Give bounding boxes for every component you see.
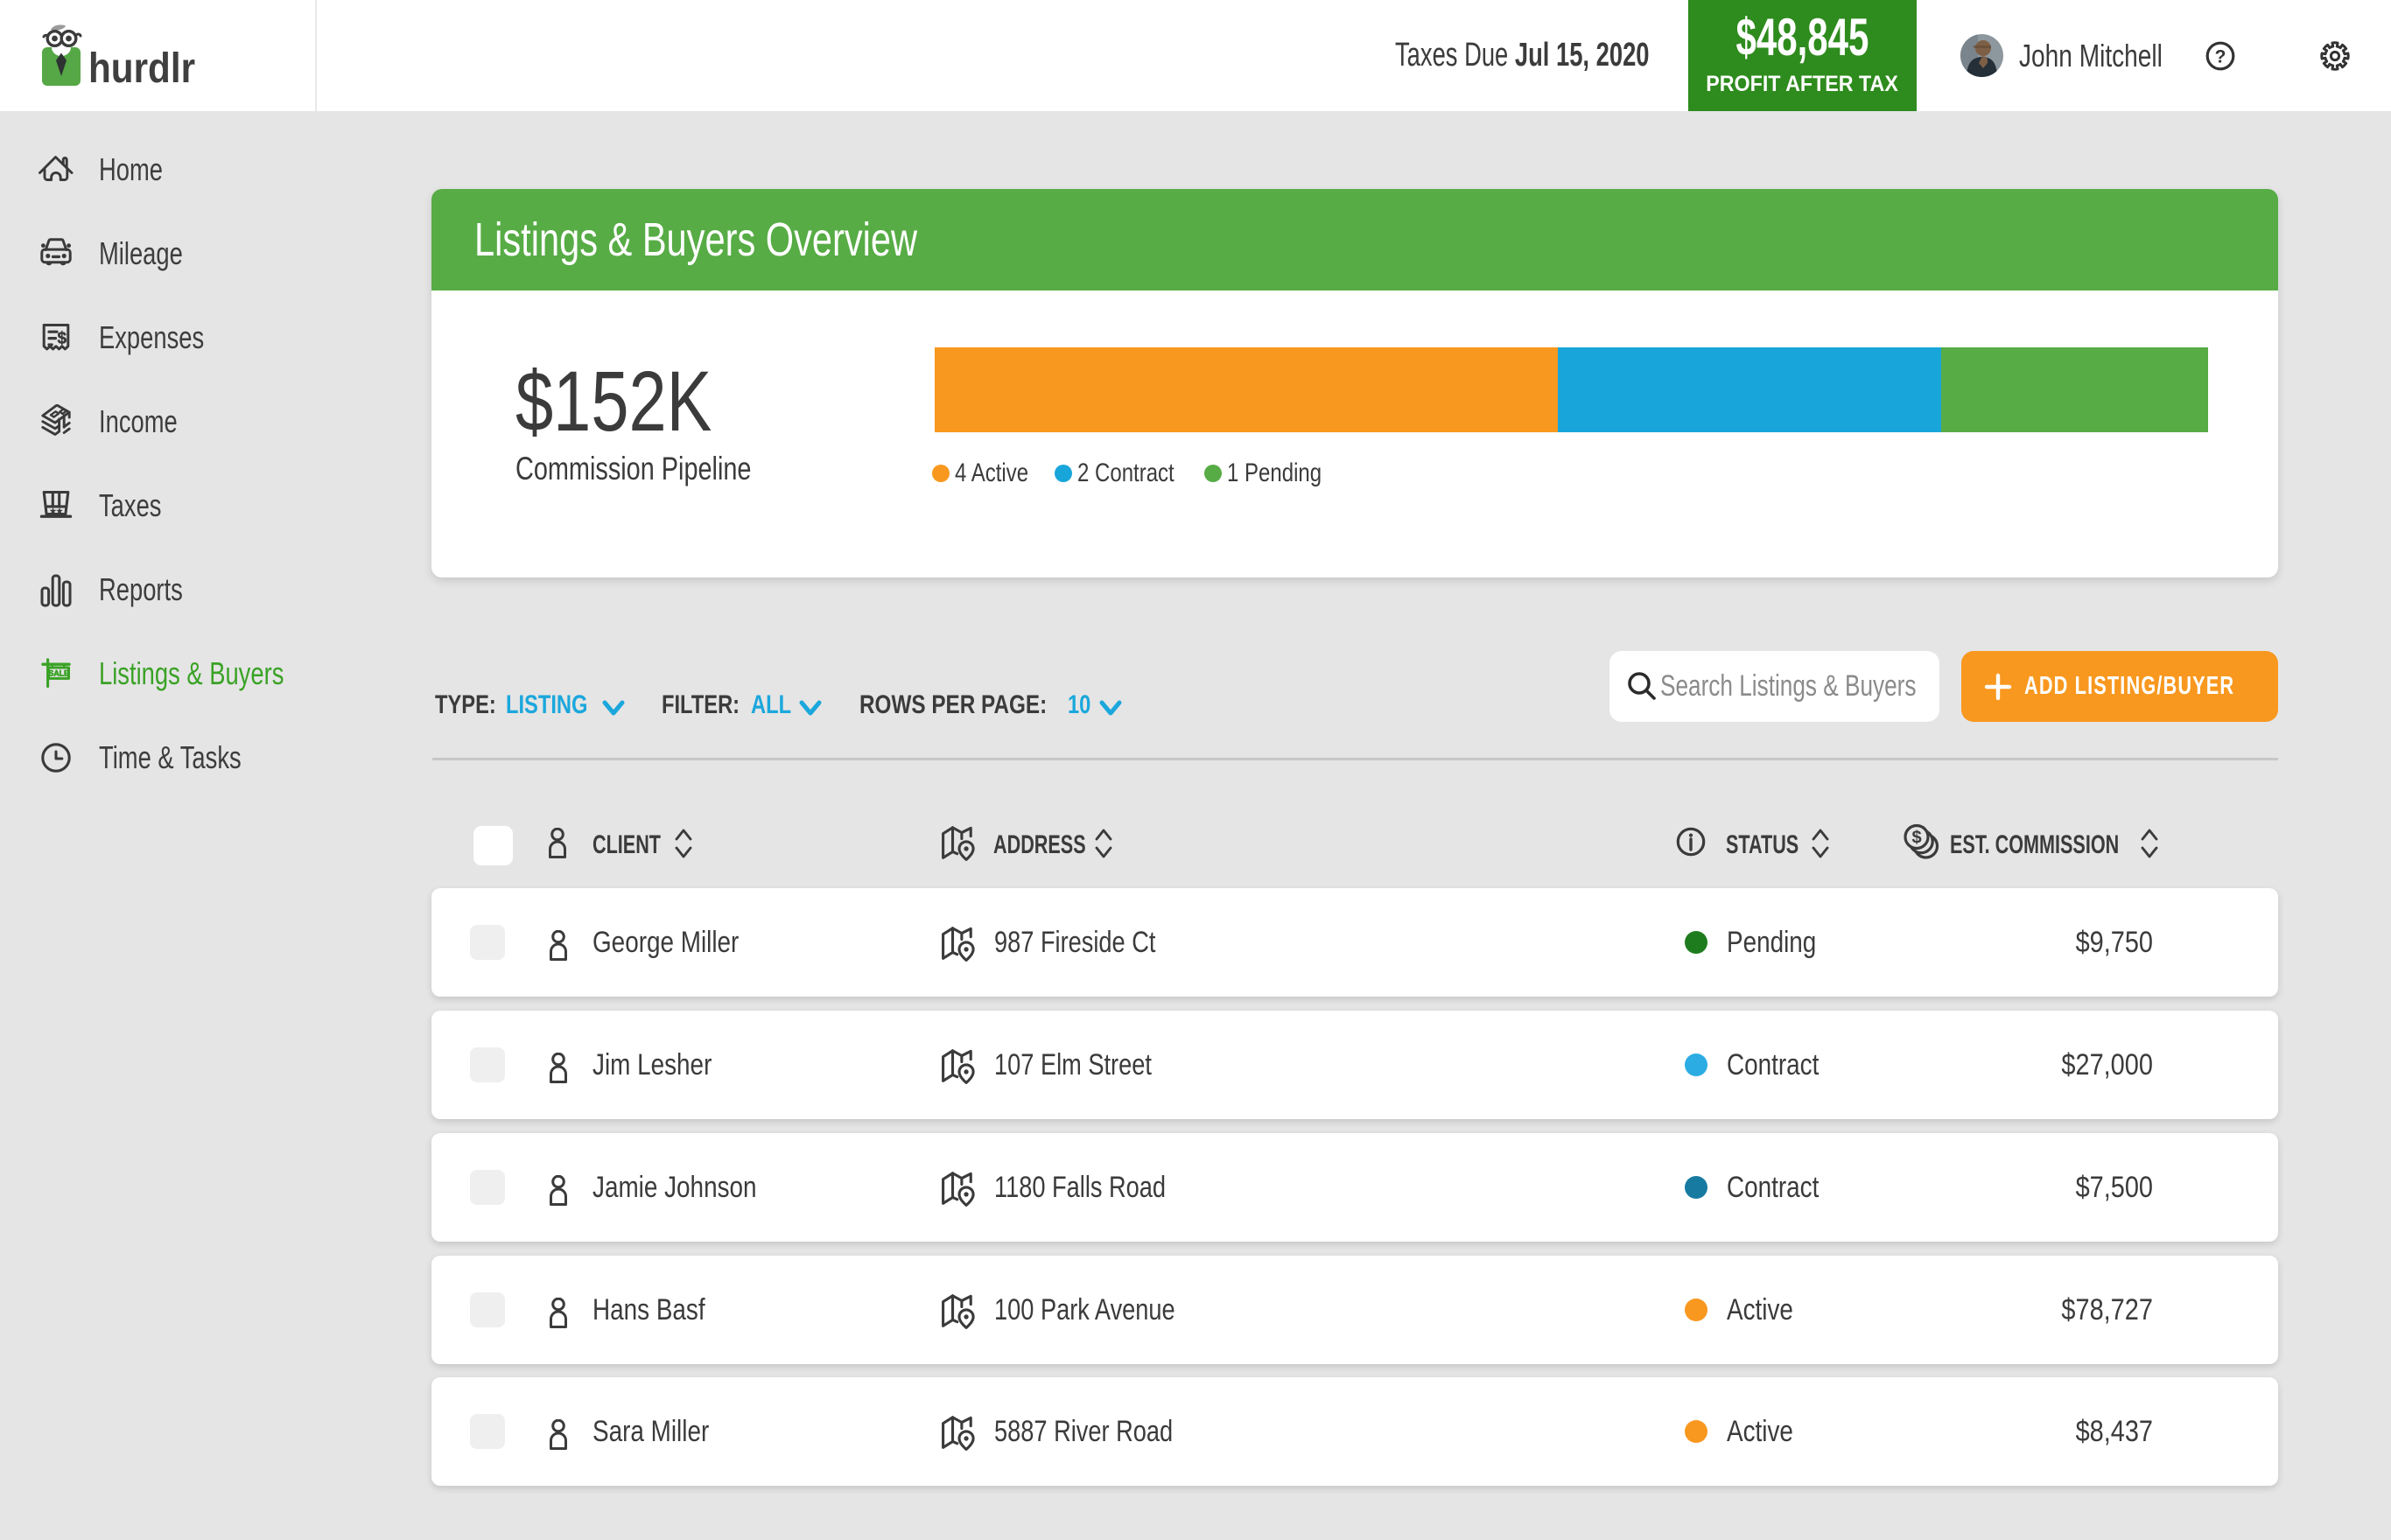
svg-text:SALE: SALE (48, 669, 69, 678)
svg-text:$: $ (58, 330, 67, 348)
svg-text:$: $ (1911, 829, 1921, 848)
svg-text:★: ★ (56, 507, 63, 515)
svg-text:?: ? (2215, 47, 2226, 67)
